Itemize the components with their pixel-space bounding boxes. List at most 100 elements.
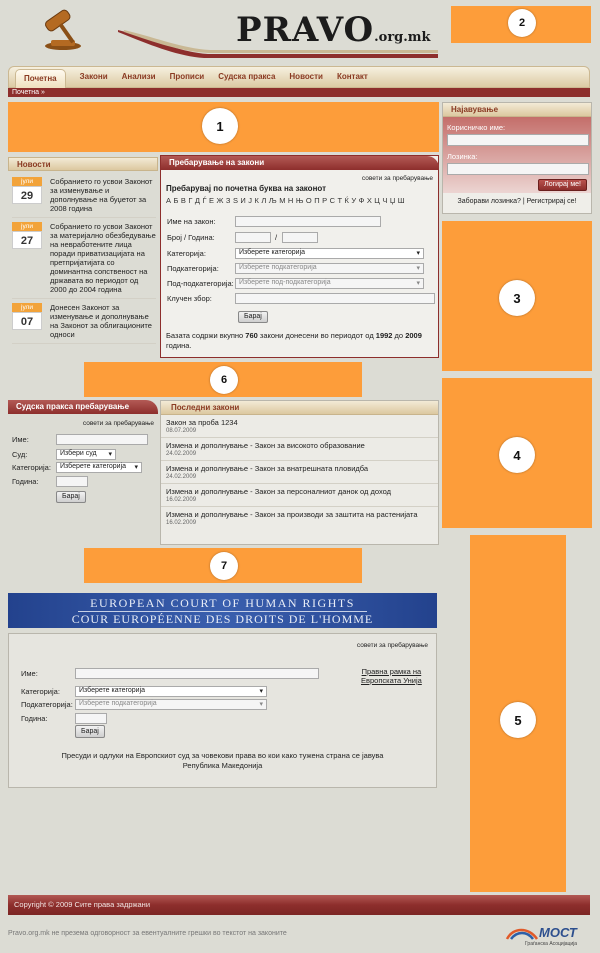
echr-subcategory-select[interactable]: Изберете подкатегорија ▾: [75, 699, 267, 710]
law-subcategory-select[interactable]: Изберете подкатегорија ▾: [235, 263, 424, 274]
letter-search-heading: Пребарувај по почетна буква на законот: [166, 184, 326, 193]
nav-contact[interactable]: Контакт: [337, 68, 368, 86]
echr-banner[interactable]: EUROPEAN COURT OF HUMAN RIGHTS COUR EURO…: [8, 593, 437, 628]
news-item[interactable]: јули 07 Донесен Законот за изменување и д…: [12, 299, 156, 344]
partner-logo[interactable]: МОСТ Граѓанска Асоцијација: [505, 925, 593, 949]
news-panel: Новости јули 29 Собранието го усвои Закон…: [8, 157, 158, 357]
echr-banner-line2: COUR EUROPÉENNE DES DROITS DE L'HOMME: [71, 612, 374, 626]
breadcrumb-home[interactable]: Почетна »: [12, 89, 45, 96]
echr-subcategory-label: Подкатегорија:: [21, 700, 73, 709]
law-year-input[interactable]: [282, 232, 318, 243]
news-item[interactable]: јули 29 Собранието го усвои Законот за из…: [12, 173, 156, 218]
username-input[interactable]: [447, 134, 589, 146]
calendar-icon: јули 27: [12, 222, 42, 294]
calendar-icon: јули 29: [12, 177, 42, 213]
law-list-item[interactable]: Измена и дополнување - Закон за персонал…: [161, 484, 438, 507]
law-list-item[interactable]: Измена и дополнување - Закон за внатрешн…: [161, 461, 438, 484]
password-label: Лозинка:: [447, 152, 478, 161]
echr-tips-link[interactable]: совети за пребарување: [357, 642, 428, 649]
chevron-down-icon: ▾: [416, 250, 420, 257]
register-link[interactable]: Регистрирај се!: [527, 198, 577, 205]
echr-search-panel: совети за пребарување Име: Правна рамка …: [8, 633, 437, 788]
law-subcategory-label: Подкатегорија:: [167, 264, 219, 273]
echr-category-select[interactable]: Изберете категорија ▾: [75, 686, 267, 697]
news-title: Новости: [8, 157, 158, 171]
court-category-label: Категорија:: [12, 463, 51, 472]
law-list-item[interactable]: Измена и дополнување - Закон за високото…: [161, 438, 438, 461]
law-search-panel: Пребарување на закони совети за пребарув…: [160, 155, 439, 358]
nav-news[interactable]: Новости: [289, 68, 323, 86]
news-item[interactable]: јули 27 Собранието го усвои Законот за ма…: [12, 218, 156, 299]
chevron-down-icon: ▾: [416, 280, 420, 287]
login-title: Најавување: [443, 103, 591, 117]
court-year-input[interactable]: [56, 476, 88, 487]
law-number-label: Број / Година:: [167, 233, 215, 242]
law-category-select[interactable]: Изберете категорија ▾: [235, 248, 424, 259]
partner-name: МОСТ: [539, 925, 577, 940]
logo-suffix: .org.mk: [374, 30, 431, 45]
law-number-input[interactable]: [235, 232, 271, 243]
law-subsubcategory-label: Под-подкатегорија:: [167, 279, 234, 288]
breadcrumb: Почетна »: [8, 88, 590, 97]
news-text[interactable]: Собранието го усвои Законот за материјал…: [50, 222, 156, 294]
news-text[interactable]: Собранието го усвои Законот за изменувањ…: [50, 177, 156, 213]
login-button[interactable]: Логирај ме!: [538, 179, 587, 191]
nav-regulations[interactable]: Прописи: [170, 68, 205, 86]
login-panel: Најавување Корисничко име: Лозинка: Логи…: [442, 102, 592, 214]
law-search-tips-link[interactable]: совети за пребарување: [362, 175, 433, 182]
nav-analyses[interactable]: Анализи: [122, 68, 156, 86]
nav-home[interactable]: Почетна: [15, 68, 66, 88]
placeholder-6-badge: 6: [210, 366, 238, 394]
placeholder-3-badge: 3: [499, 280, 535, 316]
letter-index[interactable]: А Б В Г Д Ѓ Е Ж З Ѕ И Ј К Л Љ М Н Њ О П …: [166, 196, 433, 205]
placeholder-7-badge: 7: [210, 552, 238, 580]
law-search-title: Пребарување на закони: [161, 156, 439, 170]
chevron-down-icon: ▾: [108, 451, 112, 458]
echr-year-input[interactable]: [75, 713, 107, 724]
court-year-label: Година:: [12, 477, 39, 486]
forgot-password-link[interactable]: Заборави лозинка?: [458, 198, 521, 205]
echr-category-label: Категорија:: [21, 687, 60, 696]
chevron-down-icon: ▾: [259, 688, 263, 695]
court-search-panel: Судска пракса пребарување совети за преб…: [8, 400, 158, 520]
main-nav: Почетна Закони Анализи Прописи Судска пр…: [8, 66, 590, 88]
court-search-button[interactable]: Барај: [56, 491, 86, 503]
latest-laws-title: Последни закони: [161, 401, 438, 415]
placeholder-4-badge: 4: [499, 437, 535, 473]
court-select[interactable]: Избери суд ▾: [56, 449, 116, 460]
login-form: Корисничко име: Лозинка: Логирај ме!: [443, 117, 591, 193]
nav-laws[interactable]: Закони: [80, 68, 108, 86]
news-text[interactable]: Донесен Законот за изменување и дополнув…: [50, 303, 156, 339]
court-search-tips-link[interactable]: совети за пребарување: [83, 420, 154, 427]
disclaimer-text: Pravo.org.mk не презема одговорност за е…: [8, 930, 287, 937]
calendar-icon: јули 07: [12, 303, 42, 339]
echr-banner-line1: EUROPEAN COURT OF HUMAN RIGHTS: [90, 596, 355, 610]
logo-main: PRAVO: [236, 10, 375, 50]
court-category-select[interactable]: Изберете категорија ▾: [56, 462, 142, 473]
law-search-button[interactable]: Барај: [238, 311, 268, 323]
most-bridge-icon: [505, 928, 539, 940]
echr-name-label: Име:: [21, 669, 38, 678]
footer-bar: Copyright © 2009 Сите права задржани: [8, 895, 590, 915]
password-input[interactable]: [447, 163, 589, 175]
echr-search-button[interactable]: Барај: [75, 725, 105, 738]
keyword-input[interactable]: [235, 293, 435, 304]
chevron-down-icon: ▾: [416, 265, 420, 272]
law-name-input[interactable]: [235, 216, 381, 227]
chevron-down-icon: ▾: [134, 464, 138, 471]
court-label: Суд:: [12, 450, 28, 459]
chevron-down-icon: ▾: [259, 701, 263, 708]
latest-laws-panel: Последни закони Закон за проба 1234 08.07…: [160, 400, 439, 545]
echr-name-input[interactable]: [75, 668, 319, 679]
eu-legal-framework-link[interactable]: Правна рамка на Европската Унија: [361, 667, 422, 685]
nav-court-practice[interactable]: Судска пракса: [218, 68, 275, 86]
site-logo[interactable]: PRAVO.org.mk: [236, 10, 431, 50]
law-list-item[interactable]: Измена и дополнување - Закон за производ…: [161, 507, 438, 529]
keyword-label: Клучен збор:: [167, 294, 212, 303]
login-links-separator: |: [522, 198, 525, 205]
court-name-input[interactable]: [56, 434, 148, 445]
law-name-label: Име на закон:: [167, 217, 216, 226]
law-list-item[interactable]: Закон за проба 1234 08.07.2009: [161, 415, 438, 438]
law-number-slash: /: [275, 233, 278, 242]
law-subsubcategory-select[interactable]: Изберете под-подкатегорија ▾: [235, 278, 424, 289]
